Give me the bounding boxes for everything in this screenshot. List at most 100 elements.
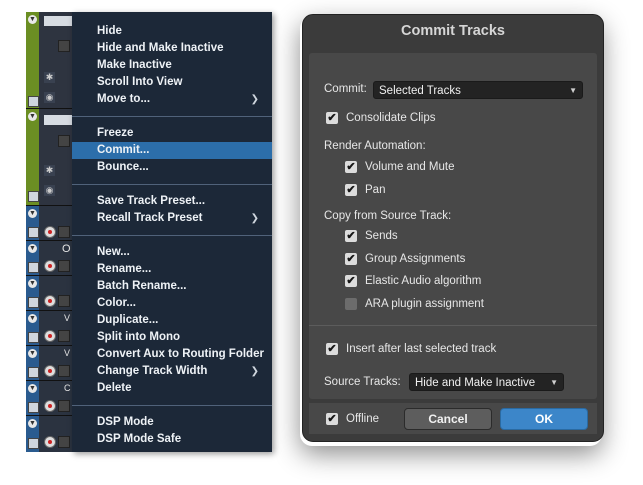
track-expand-icon[interactable]: ▼ <box>28 112 37 121</box>
chevron-down-icon: ▼ <box>569 86 577 95</box>
track-name-field[interactable] <box>44 16 72 26</box>
menu-item-dsp-mode[interactable]: DSP Mode <box>72 414 272 431</box>
menu-item-color[interactable]: Color... <box>72 295 272 312</box>
track-row[interactable]: ▼ C <box>26 381 72 416</box>
track-expand-icon[interactable]: ▼ <box>28 349 37 358</box>
track-row[interactable]: ▼ <box>26 206 72 241</box>
menu-item-freeze[interactable]: Freeze <box>72 125 272 142</box>
menu-item-new[interactable]: New... <box>72 244 272 261</box>
menu-item-hide-and-make-inactive[interactable]: Hide and Make Inactive <box>72 40 272 57</box>
track-expand-icon[interactable]: ▼ <box>28 209 37 218</box>
record-enable-button[interactable] <box>44 226 56 238</box>
track-row[interactable]: ▼ <box>26 276 72 311</box>
menu-item-convert-aux[interactable]: Convert Aux to Routing Folder <box>72 346 272 363</box>
track-color-strip: ▼ <box>26 276 39 310</box>
track-color-strip: ▼ <box>26 416 39 452</box>
menu-item-hide[interactable]: Hide <box>72 23 272 40</box>
menu-item-recall-track-preset[interactable]: Recall Track Preset ❯ <box>72 210 272 227</box>
pan-checkbox[interactable]: ✔ <box>345 184 357 196</box>
commit-tracks-dialog: Commit Tracks Commit: Selected Tracks ▼ … <box>302 14 604 442</box>
dialog-title: Commit Tracks <box>401 23 505 39</box>
render-automation-label: Render Automation: <box>324 140 426 152</box>
menu-item-duplicate[interactable]: Duplicate... <box>72 312 272 329</box>
menu-item-label: Move to... <box>97 93 151 105</box>
track-type-icon <box>28 191 39 202</box>
menu-item-label: Scroll Into View <box>97 76 183 88</box>
ok-button[interactable]: OK <box>500 408 588 430</box>
record-enable-button[interactable] <box>44 260 56 272</box>
track-list: ▼ ✱ ◉ ▼ ✱ ◉ ▼ ▼ O ▼ ▼ V ▼ V ▼ C ▼ <box>26 12 72 452</box>
globe-icon: ◉ <box>44 92 55 103</box>
menu-item-move-to[interactable]: Move to... ❯ <box>72 91 272 108</box>
menu-item-save-track-preset[interactable]: Save Track Preset... <box>72 193 272 210</box>
solo-button[interactable] <box>58 40 70 52</box>
sends-checkbox[interactable]: ✔ <box>345 230 357 242</box>
consolidate-clips-label: Consolidate Clips <box>346 112 436 124</box>
solo-button[interactable] <box>58 135 70 147</box>
track-name-letter: O <box>62 243 71 255</box>
menu-item-label: Change Track Width <box>97 365 208 377</box>
track-row[interactable]: ▼ ✱ ◉ <box>26 12 72 109</box>
elastic-audio-checkbox[interactable]: ✔ <box>345 275 357 287</box>
track-name-field[interactable] <box>44 115 72 125</box>
solo-button[interactable] <box>58 260 70 272</box>
solo-button[interactable] <box>58 295 70 307</box>
record-enable-button[interactable] <box>44 330 56 342</box>
menu-item-scroll-into-view[interactable]: Scroll Into View <box>72 74 272 91</box>
consolidate-clips-checkbox[interactable]: ✔ <box>326 112 338 124</box>
track-row[interactable]: ▼ V <box>26 346 72 381</box>
track-expand-icon[interactable]: ▼ <box>28 314 37 323</box>
track-type-icon <box>28 262 39 273</box>
ara-plugin-label: ARA plugin assignment <box>365 298 484 310</box>
menu-item-label: Convert Aux to Routing Folder <box>97 348 264 360</box>
menu-item-rename[interactable]: Rename... <box>72 261 272 278</box>
track-expand-icon[interactable]: ▼ <box>28 279 37 288</box>
menu-item-change-track-width[interactable]: Change Track Width ❯ <box>72 363 272 380</box>
track-expand-icon[interactable]: ▼ <box>28 384 37 393</box>
commit-select[interactable]: Selected Tracks ▼ <box>373 81 583 99</box>
track-name-letter: C <box>64 383 71 393</box>
dialog-divider <box>309 325 597 326</box>
solo-button[interactable] <box>58 400 70 412</box>
solo-button[interactable] <box>58 226 70 238</box>
track-type-icon <box>28 402 39 413</box>
source-tracks-select-value: Hide and Make Inactive <box>415 377 536 389</box>
menu-item-label: Rename... <box>97 263 152 275</box>
track-row[interactable]: ▼ V <box>26 311 72 346</box>
menu-item-batch-rename[interactable]: Batch Rename... <box>72 278 272 295</box>
menu-item-make-inactive[interactable]: Make Inactive <box>72 57 272 74</box>
menu-item-label: Recall Track Preset <box>97 212 203 224</box>
volume-and-mute-label: Volume and Mute <box>365 161 455 173</box>
solo-button[interactable] <box>58 436 70 448</box>
track-row[interactable]: ▼ <box>26 416 72 452</box>
menu-item-bounce[interactable]: Bounce... <box>72 159 272 176</box>
cancel-button[interactable]: Cancel <box>404 408 492 430</box>
menu-divider <box>72 405 272 406</box>
menu-divider <box>72 116 272 117</box>
record-enable-button[interactable] <box>44 400 56 412</box>
track-type-icon <box>28 367 39 378</box>
track-expand-icon[interactable]: ▼ <box>28 15 37 24</box>
solo-button[interactable] <box>58 330 70 342</box>
menu-item-commit[interactable]: Commit... <box>72 142 272 159</box>
chevron-down-icon: ▼ <box>550 378 558 387</box>
menu-item-dsp-mode-safe[interactable]: DSP Mode Safe <box>72 431 272 448</box>
offline-checkbox[interactable]: ✔ <box>326 413 338 425</box>
source-tracks-select[interactable]: Hide and Make Inactive ▼ <box>409 373 564 391</box>
track-expand-icon[interactable]: ▼ <box>28 244 37 253</box>
menu-item-label: Freeze <box>97 127 134 139</box>
ara-plugin-checkbox[interactable] <box>345 298 357 310</box>
volume-and-mute-checkbox[interactable]: ✔ <box>345 161 357 173</box>
insert-after-checkbox[interactable]: ✔ <box>326 343 338 355</box>
record-enable-button[interactable] <box>44 365 56 377</box>
group-assignments-checkbox[interactable]: ✔ <box>345 253 357 265</box>
record-enable-button[interactable] <box>44 436 56 448</box>
solo-button[interactable] <box>58 365 70 377</box>
track-row[interactable]: ▼ O <box>26 241 72 276</box>
menu-item-delete[interactable]: Delete <box>72 380 272 397</box>
menu-item-split-into-mono[interactable]: Split into Mono <box>72 329 272 346</box>
record-enable-button[interactable] <box>44 295 56 307</box>
menu-item-label: Bounce... <box>97 161 149 173</box>
track-expand-icon[interactable]: ▼ <box>28 419 37 428</box>
track-row[interactable]: ▼ ✱ ◉ <box>26 109 72 206</box>
